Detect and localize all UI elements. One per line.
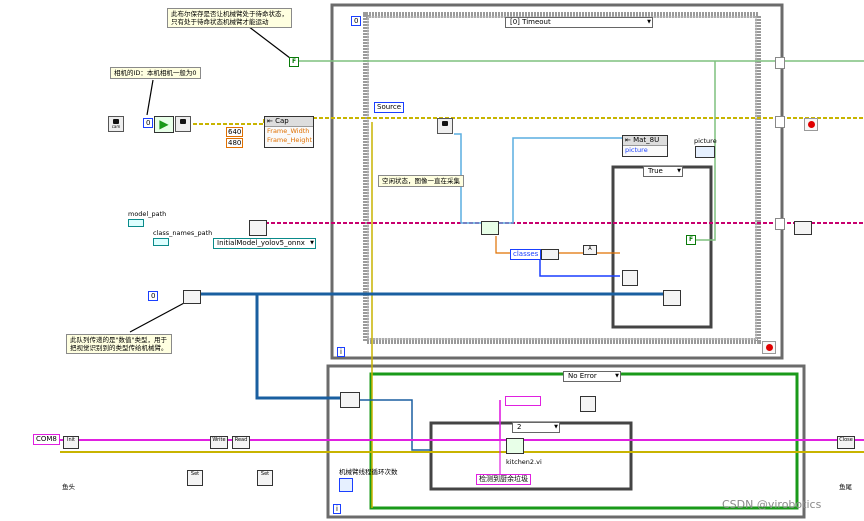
detected-kitchen-label: 检测到厨余垃圾: [476, 474, 531, 485]
set-text-2: Set: [260, 471, 270, 477]
dnn-forward-node[interactable]: [481, 221, 499, 235]
stop-terminal-top[interactable]: [762, 341, 776, 354]
queue-init-constant[interactable]: 0: [148, 291, 159, 301]
fish-tail-label: 鱼尾: [839, 483, 852, 491]
play-icon: ▶: [159, 117, 169, 131]
mat-title-text: Mat_8U: [633, 136, 660, 144]
serial-read-node[interactable]: Read: [232, 436, 250, 449]
loop-iteration-top: i: [337, 347, 345, 357]
model-init-node[interactable]: [249, 220, 267, 236]
numeric-case-selector[interactable]: 2: [512, 422, 560, 433]
equal-node[interactable]: A: [583, 245, 597, 255]
arrow-queue: [129, 301, 187, 333]
cam-text: cam: [111, 124, 121, 129]
camera-constant-icon[interactable]: cam: [108, 116, 124, 132]
kitchen-subvi-icon[interactable]: [506, 438, 524, 454]
write-text: Write: [212, 437, 226, 443]
case-index-display[interactable]: 0: [351, 16, 362, 26]
camera-ref-icon[interactable]: [175, 116, 191, 132]
frame-width-constant[interactable]: 640: [226, 127, 244, 137]
camera-id-constant[interactable]: 0: [143, 118, 154, 128]
mat-title: ⇤ Mat_8U: [623, 136, 667, 146]
set-text-1: Set: [190, 471, 200, 477]
bool-constant-inner[interactable]: F: [686, 235, 696, 245]
standby-note: 此布尔保存是否让机械臂处于待命状态， 只有处于待命状态机械臂才能运动: [167, 8, 292, 28]
fish-head-label: 鱼头: [62, 483, 75, 491]
release-model-node[interactable]: [794, 221, 812, 235]
dequeue-node[interactable]: [340, 392, 360, 408]
small-array-const[interactable]: [505, 396, 541, 406]
right-terminal-3: [775, 218, 785, 230]
kitchen-vi-label: kitchen2.vi: [506, 458, 542, 466]
watermark: CSDN @virobotics: [722, 498, 822, 511]
queue-note: 此队列传递的是"数值"类型，用于 把视觉识别到的类型传给机械臂。: [66, 334, 172, 354]
cap-title-text: Cap: [275, 117, 289, 125]
frame-height-constant[interactable]: 480: [226, 138, 244, 148]
open-camera-node[interactable]: ▶: [154, 116, 174, 133]
camera-read-icon[interactable]: [437, 118, 453, 134]
queue-element-node[interactable]: [663, 290, 681, 306]
model-path-control[interactable]: [128, 219, 144, 227]
arrow-cam-id: [146, 79, 154, 116]
source-label: Source: [374, 102, 405, 113]
cap-row-frame-width: Frame_Width: [267, 127, 310, 135]
camera-id-note: 相机的ID：本机相机一般为0: [110, 67, 201, 79]
cap-property-title: ⇤ Cap: [265, 117, 313, 127]
mat-property-node[interactable]: ⇤ Mat_8U picture: [622, 135, 668, 157]
picture-output-label: picture: [694, 137, 717, 145]
obtain-queue-node[interactable]: [183, 290, 201, 304]
wire-lightblue-mat: [497, 137, 622, 224]
stop-camera-right[interactable]: [804, 118, 818, 131]
arm-loop-count-label: 机械臂线程循环次数: [339, 468, 398, 476]
inner-case-selector[interactable]: True: [643, 166, 683, 177]
enqueue-node[interactable]: [622, 270, 638, 286]
bottom-while-loop[interactable]: [326, 364, 806, 519]
set-node-1[interactable]: Set: [187, 470, 203, 486]
idle-state-note: 空闲状态，图像一直在采集: [378, 175, 464, 187]
right-terminal-1: [775, 57, 785, 69]
cap-property-node[interactable]: ⇤ Cap Frame_Width Frame_Height: [264, 116, 314, 148]
model-path-label: model_path: [128, 210, 167, 218]
wire-dark-blue: [539, 259, 620, 277]
com-port-constant[interactable]: COM8: [33, 434, 60, 445]
init-text: Init: [67, 437, 75, 443]
arm-loop-count-indicator[interactable]: [339, 478, 353, 492]
mat-row-picture: picture: [625, 146, 648, 154]
class-names-path-control[interactable]: [153, 238, 169, 246]
save-node[interactable]: [580, 396, 596, 412]
event-selector-label[interactable]: [0] Timeout: [505, 17, 653, 28]
close-text: Close: [839, 437, 853, 443]
loop-iteration-bottom: i: [333, 504, 341, 514]
read-text: Read: [234, 437, 248, 443]
inner-case-structure[interactable]: [611, 165, 713, 329]
serial-close-node[interactable]: Close: [837, 436, 855, 449]
right-terminal-2: [775, 116, 785, 128]
class-names-path-label: class_names_path: [153, 229, 213, 237]
serial-write-node[interactable]: Write: [210, 436, 228, 449]
model-select-ring[interactable]: InitialModel_yolov5_onnx: [213, 238, 316, 249]
cap-row-frame-height: Frame_Height: [267, 136, 312, 144]
classes-field: classes: [510, 249, 542, 260]
bool-constant-standby[interactable]: F: [289, 57, 299, 67]
array-index-node[interactable]: [541, 249, 559, 260]
error-case-selector[interactable]: No Error: [563, 371, 621, 382]
set-node-2[interactable]: Set: [257, 470, 273, 486]
serial-init-node[interactable]: Init: [63, 436, 79, 449]
picture-indicator[interactable]: [695, 146, 715, 158]
